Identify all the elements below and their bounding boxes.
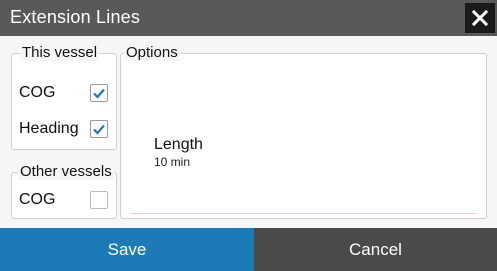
dialog-title: Extension Lines: [10, 7, 141, 27]
length-setting[interactable]: Length 10 min: [154, 136, 203, 169]
other-vessels-group: Other vessels COG: [11, 163, 117, 219]
checkmark-icon: [93, 88, 105, 99]
this-vessel-cog-checkbox[interactable]: [90, 84, 108, 102]
close-button[interactable]: [465, 3, 495, 33]
other-vessels-legend: Other vessels: [18, 163, 114, 180]
dialog-button-bar: Save Cancel: [0, 228, 497, 271]
this-vessel-cog-row[interactable]: COG: [12, 76, 116, 110]
extension-lines-dialog: Extension Lines This vessel COG Heading: [0, 0, 497, 271]
checkmark-icon: [93, 124, 105, 135]
length-label: Length: [154, 136, 203, 153]
other-vessels-cog-checkbox[interactable]: [90, 191, 108, 209]
this-vessel-legend: This vessel: [20, 44, 100, 61]
other-vessels-cog-row[interactable]: COG: [12, 183, 116, 217]
save-button[interactable]: Save: [0, 228, 254, 271]
options-divider: [131, 213, 476, 214]
this-vessel-group: This vessel COG Heading: [11, 44, 117, 150]
options-group: Options Length 10 min: [120, 44, 487, 219]
close-icon: [471, 9, 489, 27]
options-legend: Options: [124, 44, 180, 61]
this-vessel-heading-checkbox[interactable]: [90, 120, 108, 138]
dialog-titlebar: Extension Lines: [0, 0, 497, 36]
cancel-button[interactable]: Cancel: [254, 228, 497, 271]
this-vessel-cog-label: COG: [19, 84, 56, 101]
other-vessels-cog-label: COG: [19, 191, 56, 208]
length-value: 10 min: [154, 155, 191, 169]
this-vessel-heading-label: Heading: [19, 120, 79, 137]
this-vessel-heading-row[interactable]: Heading: [12, 112, 116, 146]
